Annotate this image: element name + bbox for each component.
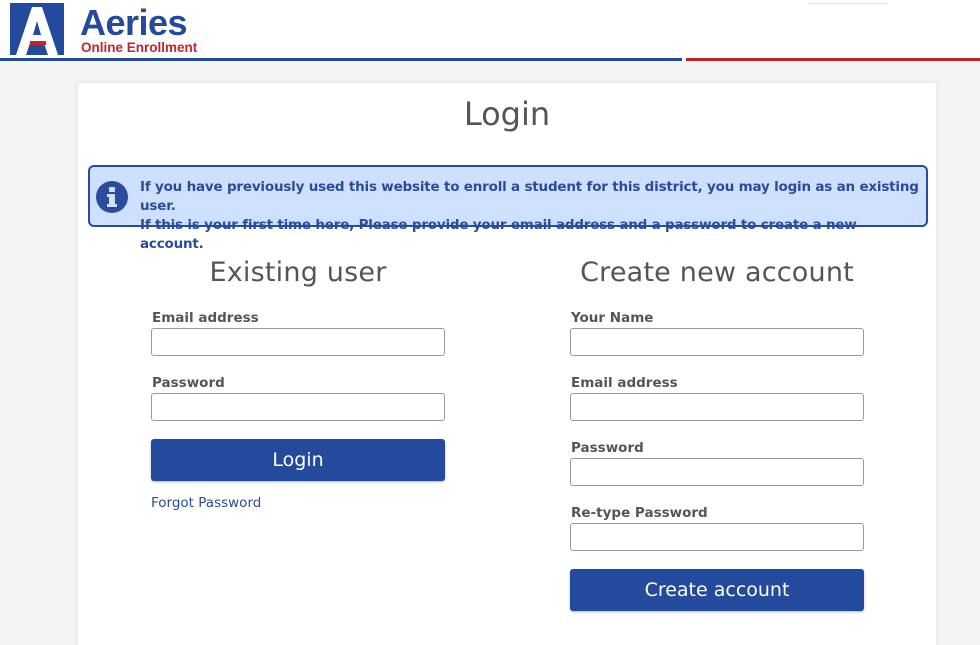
new-password-label: Password: [571, 440, 644, 456]
logo-wordmark: Aeries: [80, 2, 188, 43]
name-label: Your Name: [571, 310, 654, 326]
info-line-1: If you have previously used this website…: [140, 179, 919, 214]
new-email-input[interactable]: [570, 393, 864, 421]
name-input[interactable]: [570, 328, 864, 356]
aeries-logo[interactable]: Aeries Online Enrollment: [10, 3, 210, 55]
existing-user-section: Existing user Email address Password Log…: [151, 253, 445, 511]
create-account-section: Create new account Your Name Email addre…: [570, 253, 864, 611]
page-title: Login: [463, 95, 551, 133]
header-line-red: [686, 58, 980, 61]
app-header: Aeries Online Enrollment: [0, 0, 980, 62]
login-email-input[interactable]: [151, 328, 445, 356]
login-button[interactable]: Login: [151, 439, 445, 481]
create-account-button[interactable]: Create account: [570, 569, 864, 611]
header-line-blue: [0, 58, 682, 61]
new-password-input[interactable]: [570, 458, 864, 486]
create-account-heading: Create new account: [580, 257, 854, 288]
existing-user-heading: Existing user: [209, 257, 387, 288]
retype-password-input[interactable]: [570, 523, 864, 551]
login-password-input[interactable]: [151, 393, 445, 421]
info-icon: [96, 181, 128, 213]
login-password-label: Password: [152, 375, 225, 391]
info-message: If you have previously used this website…: [140, 178, 920, 254]
new-email-label: Email address: [571, 375, 678, 391]
login-email-label: Email address: [152, 310, 259, 326]
info-banner: If you have previously used this website…: [88, 165, 928, 252]
header-divider: [808, 0, 888, 4]
info-line-2: If this is your first time here, Please …: [140, 217, 857, 252]
logo-subtitle: Online Enrollment: [81, 40, 198, 55]
login-card: Login If you have previously used this w…: [77, 82, 937, 645]
aeries-a-logo-icon: [10, 3, 64, 55]
forgot-password-link[interactable]: Forgot Password: [151, 495, 445, 511]
retype-password-label: Re-type Password: [571, 505, 708, 521]
